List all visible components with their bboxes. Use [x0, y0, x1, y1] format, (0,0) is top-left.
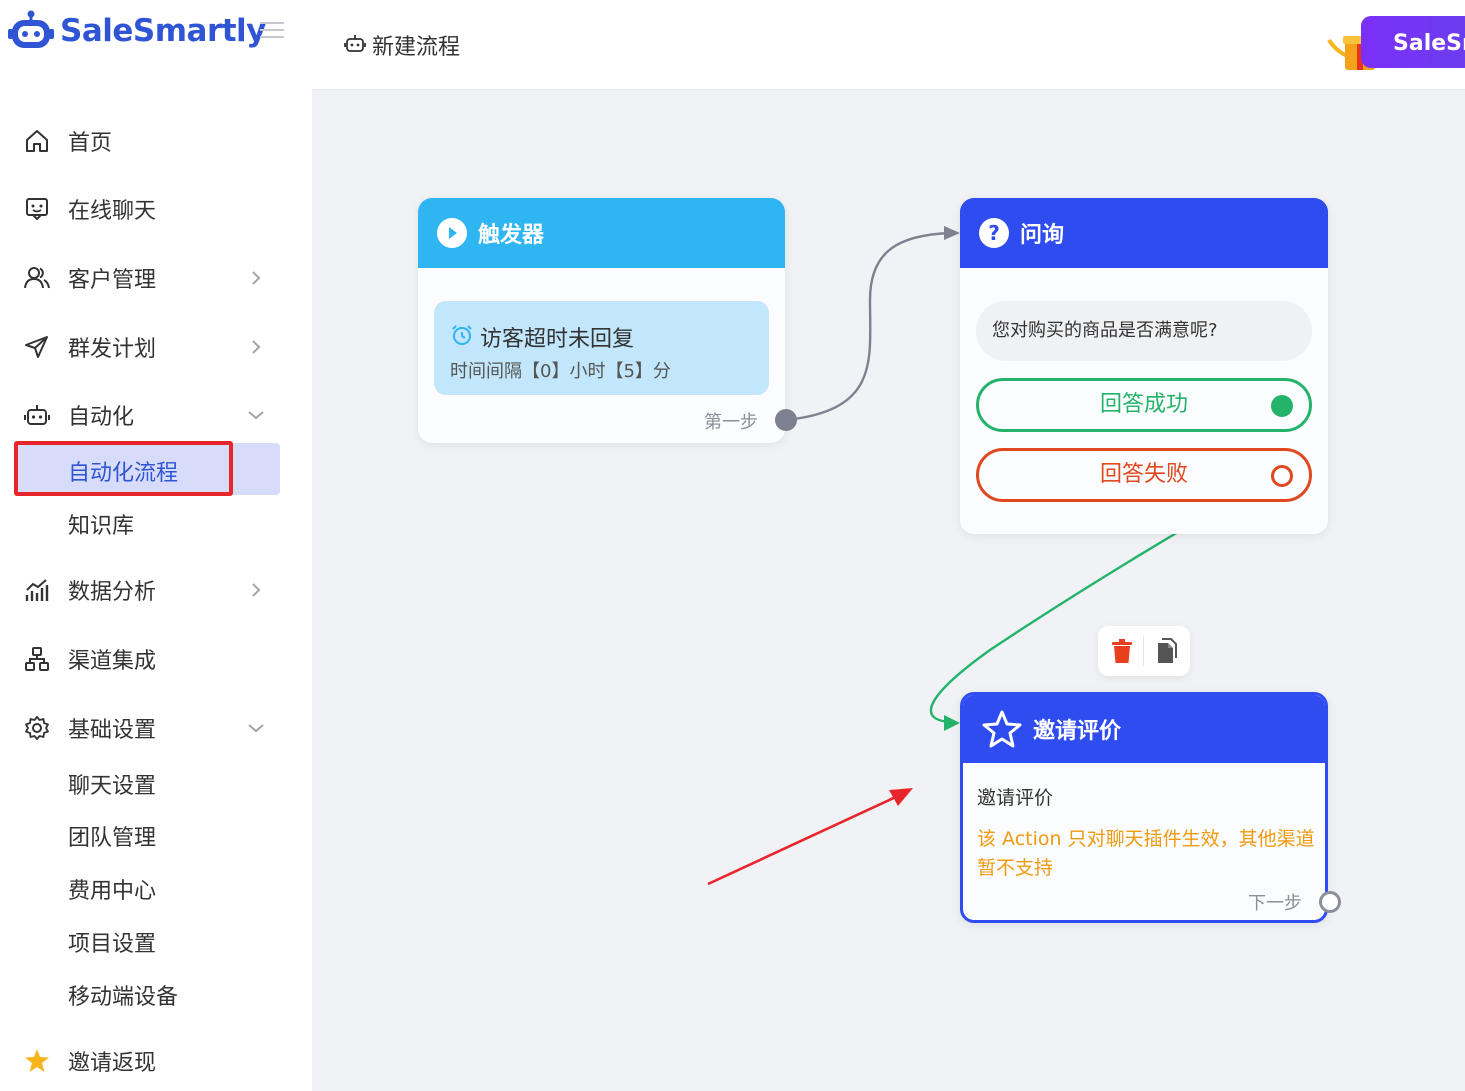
gear-icon — [25, 716, 49, 740]
toolbar-divider — [1143, 636, 1144, 666]
sidebar-item-label: 客户管理 — [68, 268, 157, 293]
alarm-clock-icon — [452, 325, 472, 345]
sidebar-item-customers[interactable]: 客户管理 — [0, 256, 300, 300]
star-outline-icon — [982, 710, 1022, 748]
users-icon — [24, 267, 50, 289]
logo-robot-icon — [8, 10, 54, 48]
annotation-arrow — [707, 793, 901, 886]
invite-node-title: 邀请评价 — [1033, 719, 1122, 744]
menu-collapse-icon[interactable] — [260, 22, 284, 42]
sidebar-item-chat[interactable]: 在线聊天 — [0, 187, 300, 231]
chevron-right-icon — [252, 271, 261, 285]
question-icon: ? — [979, 218, 1009, 248]
sidebar-item-label: 渠道集成 — [68, 649, 157, 674]
connector-trigger-to-ask — [785, 231, 951, 422]
invite-warning-text: 该 Action 只对聊天插件生效，其他渠道暂不支持 — [977, 828, 1315, 879]
trigger-event-detail: 时间间隔【0】小时【5】分 — [450, 361, 671, 382]
logo-text: SaleSmartly — [60, 13, 266, 49]
sidebar-item-label: 数据分析 — [68, 580, 157, 605]
sidebar-item-label: 邀请返现 — [68, 1051, 157, 1076]
logo[interactable]: SaleSmartly — [8, 10, 266, 52]
chevron-right-icon — [252, 583, 261, 597]
sidebar-item-label: 自动化 — [68, 405, 135, 430]
trigger-event-name: 访客超时未回复 — [480, 327, 635, 352]
sidebar-subitem-billing[interactable]: 费用中心 — [68, 873, 156, 905]
sidebar-subitem-chat-settings[interactable]: 聊天设置 — [68, 768, 156, 800]
robot-icon — [24, 405, 50, 425]
sidebar-subitem-knowledge-base[interactable]: 知识库 — [68, 508, 134, 540]
ask-question: 您对购买的商品是否满意呢? — [976, 301, 1312, 361]
chat-icon — [26, 198, 48, 221]
chevron-down-icon — [248, 411, 264, 420]
invite-next-step-label: 下一步 — [1248, 893, 1302, 914]
sidebar-item-label: 群发计划 — [68, 337, 157, 362]
ask-node-title: 问询 — [1020, 223, 1065, 248]
trigger-event-card[interactable]: 访客超时未回复 时间间隔【0】小时【5】分 — [434, 301, 769, 395]
trigger-node-header: 触发器 — [418, 198, 785, 268]
chevron-down-icon — [248, 724, 264, 733]
send-icon — [25, 336, 48, 358]
trigger-node-title: 触发器 — [478, 223, 545, 248]
invite-body-title: 邀请评价 — [977, 787, 1054, 809]
promo-text: SaleSm — [1393, 31, 1465, 56]
sidebar-item-label: 首页 — [68, 131, 113, 156]
sidebar-subitem-project-settings[interactable]: 项目设置 — [68, 926, 156, 958]
page-title: 新建流程 — [372, 35, 461, 60]
copy-icon[interactable] — [1154, 638, 1178, 664]
sidebar-subitem-team[interactable]: 团队管理 — [68, 820, 156, 852]
annotation-arrowhead — [889, 788, 913, 806]
home-icon — [26, 130, 48, 152]
sidebar-item-settings[interactable]: 基础设置 — [0, 706, 300, 750]
sidebar-item-home[interactable]: 首页 — [0, 119, 300, 163]
sidebar-item-referral[interactable]: 邀请返现 — [0, 1039, 300, 1083]
star-icon — [25, 1049, 49, 1072]
answer-failure-label: 回答失败 — [1099, 462, 1188, 487]
trigger-node[interactable]: 触发器 访客超时未回复 时间间隔【0】小时【5】分 第一步 — [418, 198, 797, 443]
chevron-right-icon — [252, 340, 261, 354]
node-toolbar — [1098, 626, 1190, 676]
invite-review-node[interactable]: 邀请评价 邀请评价 该 Action 只对聊天插件生效，其他渠道暂不支持 下一步 — [960, 692, 1341, 923]
invite-node-header: 邀请评价 — [963, 695, 1325, 763]
answer-failure-branch[interactable]: 回答失败 — [976, 448, 1312, 502]
answer-success-branch[interactable]: 回答成功 — [976, 378, 1312, 432]
sidebar-item-integrations[interactable]: 渠道集成 — [0, 637, 300, 681]
highlight-annotation-box — [14, 441, 233, 496]
sidebar-item-label: 基础设置 — [68, 718, 157, 743]
play-icon — [437, 218, 467, 248]
chart-icon — [25, 579, 49, 601]
sidebar-item-label: 在线聊天 — [68, 199, 157, 224]
ask-node-header: ? 问询 — [960, 198, 1328, 268]
sidebar-item-automation[interactable]: 自动化 — [0, 393, 300, 437]
integration-icon — [25, 647, 49, 671]
failure-output-port[interactable] — [1271, 465, 1293, 487]
trigger-step-label: 第一步 — [704, 412, 758, 433]
answer-success-label: 回答成功 — [1099, 392, 1188, 417]
sidebar-item-broadcast[interactable]: 群发计划 — [0, 325, 300, 369]
robot-icon — [344, 35, 366, 52]
ask-node[interactable]: ? 问询 您对购买的商品是否满意呢? 回答成功 回答失败 — [960, 198, 1328, 534]
invite-output-port[interactable] — [1319, 891, 1341, 913]
sidebar-subitem-mobile[interactable]: 移动端设备 — [68, 979, 178, 1011]
success-output-port[interactable] — [1271, 395, 1293, 417]
trash-icon[interactable] — [1110, 638, 1134, 664]
svg-text:?: ? — [988, 221, 1000, 245]
sidebar: SaleSmartly 首页 在线聊天 客户管理 群发计划 自动化 自动化流程 … — [0, 0, 312, 1091]
promo-banner[interactable]: SaleSm — [1325, 14, 1465, 72]
connector-arrowhead — [944, 715, 960, 731]
sidebar-item-analytics[interactable]: 数据分析 — [0, 568, 300, 612]
top-header: 新建流程 SaleSm — [312, 0, 1465, 90]
trigger-output-port[interactable] — [775, 409, 797, 431]
connector-arrowhead — [944, 226, 960, 240]
